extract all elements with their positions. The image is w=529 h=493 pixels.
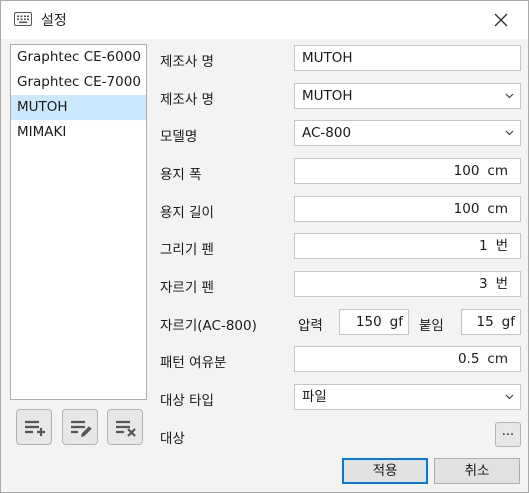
remove-item-button[interactable] (107, 409, 143, 445)
model-label: 모델명 (160, 129, 198, 145)
chevron-down-icon (505, 130, 514, 136)
paper-width-value: 100 (453, 163, 480, 179)
draw-pen-unit: 번 (495, 238, 508, 254)
cancel-button[interactable]: 취소 (434, 458, 520, 484)
model-select[interactable]: AC-800 (294, 120, 521, 146)
add-item-button[interactable] (16, 409, 52, 445)
attach-label: 붙임 (419, 318, 444, 334)
pattern-margin-value: 0.5 (457, 351, 480, 367)
manufacturer-name-label: 제조사 명 (160, 54, 214, 70)
pressure-unit: gf (389, 314, 403, 330)
apply-button[interactable]: 적용 (342, 458, 428, 484)
cut-pen-label: 자르기 펜 (160, 280, 214, 296)
target-type-value: 파일 (302, 389, 327, 405)
paper-length-input[interactable]: 100 cm (294, 196, 521, 222)
cut-pen-unit: 번 (495, 276, 508, 292)
title-bar: 설정 (1, 1, 528, 39)
attach-unit: gf (501, 314, 515, 330)
list-add-icon (25, 420, 45, 436)
pattern-margin-input[interactable]: 0.5 cm (294, 346, 521, 372)
keyboard-icon (14, 12, 32, 26)
paper-length-unit: cm (487, 201, 508, 217)
window-title: 설정 (41, 13, 67, 29)
manufacturer-name-input[interactable]: MUTOH (294, 45, 521, 71)
cut-pen-input[interactable]: 3번 (294, 271, 521, 297)
manufacturer-select[interactable]: MUTOH (294, 83, 521, 109)
draw-pen-value: 1 (478, 238, 488, 254)
cut-settings-label: 자르기(AC-800) (160, 318, 257, 334)
close-icon (494, 13, 508, 27)
paper-width-label: 용지 폭 (160, 167, 202, 183)
pattern-margin-label: 패턴 여유분 (160, 355, 227, 371)
settings-window: 설정 Graphtec CE-6000 Graphtec CE-7000 MUT… (0, 0, 529, 493)
manufacturer-name-value: MUTOH (302, 50, 353, 66)
list-item[interactable]: MIMAKI (11, 120, 146, 145)
device-list[interactable]: Graphtec CE-6000 Graphtec CE-7000 MUTOH … (10, 44, 147, 400)
pattern-margin-unit: cm (487, 351, 508, 367)
cut-pen-value: 3 (478, 276, 488, 292)
model-select-value: AC-800 (302, 125, 352, 141)
paper-length-value: 100 (453, 201, 480, 217)
list-edit-icon (71, 420, 92, 437)
manufacturer-select-value: MUTOH (302, 88, 353, 104)
draw-pen-label: 그리기 펜 (160, 242, 214, 258)
close-button[interactable] (483, 3, 519, 37)
list-item[interactable]: Graphtec CE-6000 (11, 45, 146, 70)
list-item-selected[interactable]: MUTOH (11, 95, 146, 120)
browse-button[interactable]: ... (495, 422, 521, 447)
target-type-select[interactable]: 파일 (294, 384, 521, 410)
edit-item-button[interactable] (62, 409, 98, 445)
chevron-down-icon (505, 394, 514, 400)
pressure-input[interactable]: 150 gf (339, 309, 409, 335)
paper-width-unit: cm (487, 163, 508, 179)
pressure-label: 압력 (298, 318, 323, 334)
list-item[interactable]: Graphtec CE-7000 (11, 70, 146, 95)
list-remove-icon (116, 420, 136, 437)
paper-length-label: 용지 길이 (160, 205, 214, 221)
pressure-value: 150 (355, 314, 382, 330)
paper-width-input[interactable]: 100 cm (294, 158, 521, 184)
target-type-label: 대상 타입 (160, 393, 214, 409)
attach-input[interactable]: 15 gf (461, 309, 521, 335)
draw-pen-input[interactable]: 1번 (294, 233, 521, 259)
target-label: 대상 (160, 431, 185, 447)
chevron-down-icon (505, 93, 514, 99)
manufacturer-select-label: 제조사 명 (160, 92, 214, 108)
attach-value: 15 (476, 314, 494, 330)
